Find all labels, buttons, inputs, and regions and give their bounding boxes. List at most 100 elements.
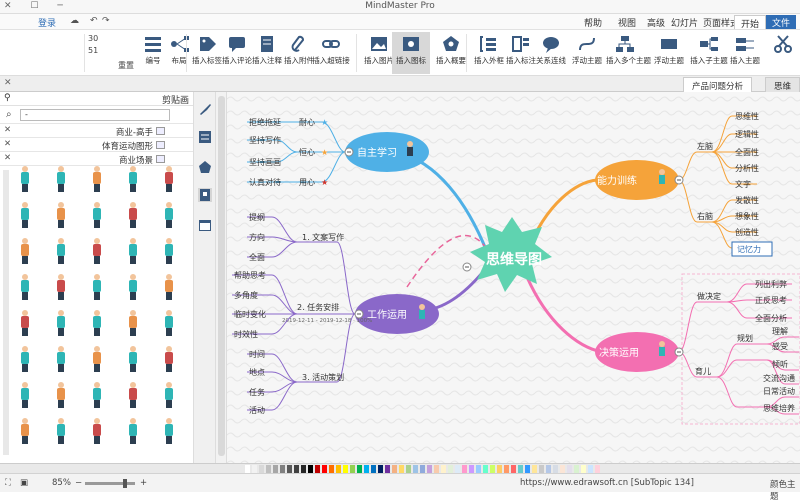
insert-hyperlink-button[interactable]: 插入超链接 <box>312 32 350 74</box>
color-swatch[interactable] <box>245 465 250 473</box>
clipart-item[interactable] <box>84 342 110 376</box>
color-swatch[interactable] <box>343 465 348 473</box>
br-leaf[interactable]: 感受 <box>772 341 788 351</box>
color-swatch[interactable] <box>567 465 572 473</box>
spin-value-1[interactable]: 30 <box>88 33 98 45</box>
clipart-item[interactable] <box>84 162 110 196</box>
bl-leaf[interactable]: 全面 <box>249 252 265 262</box>
tab-help[interactable]: 帮助 <box>578 15 608 29</box>
color-swatch[interactable] <box>273 465 278 473</box>
reset-button[interactable]: 重置 <box>118 60 134 72</box>
clipart-item[interactable] <box>12 378 38 412</box>
clipart-item[interactable] <box>84 234 110 268</box>
close-icon[interactable]: ✕ <box>4 125 11 135</box>
shape-icon[interactable] <box>198 160 212 174</box>
color-swatch[interactable] <box>336 465 341 473</box>
color-swatch[interactable] <box>399 465 404 473</box>
search-select[interactable]: - <box>20 109 170 121</box>
clipart-item[interactable] <box>48 414 74 448</box>
br-child-parenting[interactable]: 育儿 <box>695 366 711 376</box>
tr-leaf[interactable]: 逻辑性 <box>735 129 759 139</box>
color-swatch[interactable] <box>588 465 593 473</box>
color-swatch[interactable] <box>287 465 292 473</box>
spin-values[interactable]: 30 51 <box>88 33 98 57</box>
color-swatch[interactable] <box>581 465 586 473</box>
color-swatch[interactable] <box>532 465 537 473</box>
clipart-item[interactable] <box>156 306 182 340</box>
calendar-icon[interactable] <box>198 218 212 232</box>
clipart-item[interactable] <box>12 270 38 304</box>
clipart-item[interactable] <box>84 270 110 304</box>
tr-child-right-brain[interactable]: 右脑 <box>697 211 713 221</box>
tl-leaf[interactable]: 拒绝拖延 <box>249 117 281 127</box>
bl-leaf[interactable]: 多角度 <box>234 290 258 300</box>
color-swatch[interactable] <box>378 465 383 473</box>
tl-leaf[interactable]: 坚持画画 <box>249 157 281 167</box>
bl-leaf[interactable]: 临时变化 <box>234 309 266 319</box>
tr-selected-topic[interactable]: 记忆力 <box>737 244 761 254</box>
color-swatch[interactable] <box>413 465 418 473</box>
tl-leaf[interactable]: 认真对待 <box>249 177 281 187</box>
color-swatch[interactable] <box>252 465 257 473</box>
bl-leaf[interactable]: 时效性 <box>234 329 258 339</box>
relationship-button[interactable]: 浮动主题 <box>568 32 606 74</box>
clipart-item[interactable] <box>156 162 182 196</box>
clipart-item[interactable] <box>84 306 110 340</box>
color-swatch[interactable] <box>434 465 439 473</box>
bl-leaf[interactable]: 帮助思考 <box>234 270 266 280</box>
br-leaf[interactable]: 正反思考 <box>755 295 787 305</box>
color-swatch[interactable] <box>560 465 565 473</box>
insert-clipart-button[interactable]: 插入图标 <box>392 32 430 74</box>
color-swatch[interactable] <box>497 465 502 473</box>
color-swatch[interactable] <box>266 465 271 473</box>
clipart-item[interactable] <box>48 306 74 340</box>
brush-icon[interactable] <box>198 102 212 116</box>
tr-leaf[interactable]: 创造性 <box>735 227 759 237</box>
br-leaf[interactable]: 日常活动 <box>763 386 795 396</box>
color-swatch[interactable] <box>259 465 264 473</box>
color-swatch[interactable] <box>406 465 411 473</box>
br-leaf[interactable]: 交流沟通 <box>763 373 795 383</box>
color-swatch[interactable] <box>595 465 600 473</box>
zoom-out-icon[interactable]: − <box>75 478 82 488</box>
color-swatch[interactable] <box>420 465 425 473</box>
br-leaf[interactable]: 列出利弊 <box>755 279 787 289</box>
vertical-scrollbar[interactable] <box>216 92 227 463</box>
clipart-item[interactable] <box>48 342 74 376</box>
clipart-item[interactable] <box>120 198 146 232</box>
clipart-item[interactable] <box>156 414 182 448</box>
bl-leaf[interactable]: 任务 <box>249 387 265 397</box>
redo-icon[interactable]: ↷ <box>102 16 110 26</box>
br-leaf[interactable]: 思维培养 <box>763 403 795 413</box>
tr-leaf[interactable]: 发散性 <box>735 195 759 205</box>
clipart-item[interactable] <box>120 414 146 448</box>
tl-child-persistence[interactable]: 恒心 <box>299 147 315 157</box>
pin-icon[interactable]: ⚲ <box>4 93 11 103</box>
clipart-item[interactable] <box>156 342 182 376</box>
tr-leaf[interactable]: 思维性 <box>735 111 759 121</box>
bl-leaf[interactable]: 时间 <box>249 349 265 359</box>
bl-leaf[interactable]: 方向 <box>249 232 265 242</box>
fit-page-icon[interactable]: ⛶ <box>5 478 11 488</box>
clipart-item[interactable] <box>120 270 146 304</box>
tr-leaf[interactable]: 想象性 <box>735 211 759 221</box>
theme-label[interactable]: 颜色主题 <box>770 478 800 502</box>
color-swatch[interactable] <box>490 465 495 473</box>
color-swatch[interactable] <box>469 465 474 473</box>
color-swatch[interactable] <box>371 465 376 473</box>
color-swatch[interactable] <box>350 465 355 473</box>
clipart-item[interactable] <box>48 162 74 196</box>
spin-value-2[interactable]: 51 <box>88 45 98 57</box>
close-icon[interactable]: ✕ <box>4 153 11 163</box>
color-swatch[interactable] <box>315 465 320 473</box>
bl-leaf[interactable]: 活动 <box>249 405 265 415</box>
clipart-item[interactable] <box>156 234 182 268</box>
insert-multiple-topics-button[interactable]: 插入多个主题 <box>606 32 651 74</box>
clipart-item[interactable] <box>84 198 110 232</box>
floating-topic-button[interactable]: 浮动主题 <box>650 32 688 74</box>
color-swatch[interactable] <box>476 465 481 473</box>
tr-leaf[interactable]: 文字 <box>735 179 751 189</box>
clipart-item[interactable] <box>120 342 146 376</box>
clipboard-button[interactable] <box>764 32 800 74</box>
color-swatch[interactable] <box>427 465 432 473</box>
